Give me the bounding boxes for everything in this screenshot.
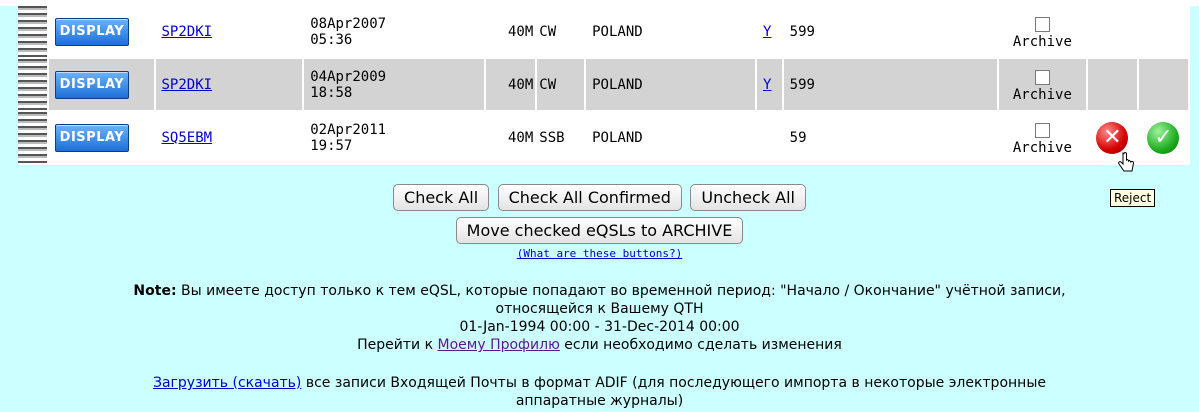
qso-time: 05:36 (310, 31, 353, 48)
bulk-action-buttons: Check All Check All Confirmed Uncheck Al… (0, 184, 1199, 211)
profile-post: если необходимо сделать изменения (559, 337, 842, 353)
qso-date: 08Apr2007 (310, 15, 387, 32)
reject-icon[interactable]: ✕ (1096, 121, 1129, 154)
access-period: 01-Jan-1994 00:00 - 31-Dec-2014 00:00 (459, 319, 740, 335)
hand-cursor-icon (1118, 152, 1134, 172)
rst: 599 (782, 6, 1000, 59)
note-text: Вы имеете доступ только к тем eQSL, кото… (176, 283, 1066, 299)
display-button[interactable]: DISPLAY (54, 123, 129, 152)
table-row: DISPLAY SP2DKI 04Apr2009 18:58 40M CW POL… (18, 58, 1191, 112)
eqsl-table: DISPLAY SP2DKI 08Apr2007 05:36 40M CW POL… (18, 6, 1191, 165)
band: 40M (485, 6, 538, 59)
uncheck-all-button[interactable]: Uncheck All (690, 184, 806, 211)
archive-label: Archive (1012, 87, 1072, 103)
download-text: все записи Входящей Почты в формат ADIF … (301, 375, 1046, 391)
rst: 599 (782, 58, 1000, 112)
display-button[interactable]: DISPLAY (54, 17, 129, 46)
country: POLAND (585, 58, 758, 112)
qso-datetime: 08Apr2007 05:36 (303, 6, 487, 59)
confirm-icon[interactable]: ✓ (1147, 121, 1180, 154)
mode: CW (536, 58, 587, 112)
spiral-binding-icon (18, 111, 49, 165)
check-all-button[interactable]: Check All (393, 184, 490, 211)
band: 40M (485, 58, 538, 112)
note-text-cont: относящейся к Вашему QTH (495, 301, 704, 317)
help-line: (What are these buttons?) (0, 247, 1199, 260)
mode: CW (536, 6, 587, 59)
qso-datetime: 02Apr2011 19:57 (303, 111, 487, 165)
callsign-link[interactable]: SQ5EBM (162, 130, 213, 146)
check-all-confirmed-button[interactable]: Check All Confirmed (497, 184, 682, 211)
spiral-binding-icon (18, 58, 49, 112)
archive-label: Archive (1012, 140, 1072, 156)
qso-date: 04Apr2009 (310, 68, 387, 85)
archive-checkbox[interactable] (1034, 70, 1050, 85)
confirmed-link[interactable]: Y (763, 77, 771, 93)
display-button[interactable]: DISPLAY (54, 70, 129, 99)
archive-label: Archive (1012, 34, 1072, 50)
qso-datetime: 04Apr2009 18:58 (303, 58, 487, 112)
table-row: DISPLAY SP2DKI 08Apr2007 05:36 40M CW POL… (18, 6, 1191, 59)
my-profile-link[interactable]: Моему Профилю (438, 337, 560, 353)
rst: 59 (782, 111, 1000, 165)
move-to-archive-button[interactable]: Move checked eQSLs to ARCHIVE (455, 217, 744, 244)
note-label: Note: (133, 283, 177, 299)
profile-pre: Перейти к (357, 337, 438, 353)
country: POLAND (585, 111, 758, 165)
callsign-link[interactable]: SP2DKI (162, 24, 213, 40)
access-note: Note: Вы имеете доступ только к тем eQSL… (0, 282, 1199, 354)
qso-date: 02Apr2011 (310, 121, 387, 138)
qso-time: 19:57 (310, 137, 353, 154)
confirmed-link[interactable]: Y (763, 24, 771, 40)
download-text-cont: аппаратные журналы) (515, 393, 684, 409)
archive-checkbox[interactable] (1034, 17, 1050, 32)
download-adif-link[interactable]: Загрузить (скачать) (153, 375, 301, 391)
callsign-link[interactable]: SP2DKI (162, 77, 213, 93)
archive-action-row: Move checked eQSLs to ARCHIVE (0, 217, 1199, 244)
qso-time: 18:58 (310, 84, 353, 101)
country: POLAND (585, 6, 758, 59)
archive-checkbox[interactable] (1034, 123, 1050, 138)
band: 40M (485, 111, 538, 165)
table-row: DISPLAY SQ5EBM 02Apr2011 19:57 40M SSB PO… (18, 111, 1191, 165)
reject-tooltip: Reject (1110, 189, 1156, 207)
mode: SSB (536, 111, 587, 165)
download-note: Загрузить (скачать) все записи Входящей … (0, 374, 1199, 410)
spiral-binding-icon (18, 6, 49, 59)
what-are-these-buttons-link[interactable]: (What are these buttons?) (517, 247, 683, 260)
